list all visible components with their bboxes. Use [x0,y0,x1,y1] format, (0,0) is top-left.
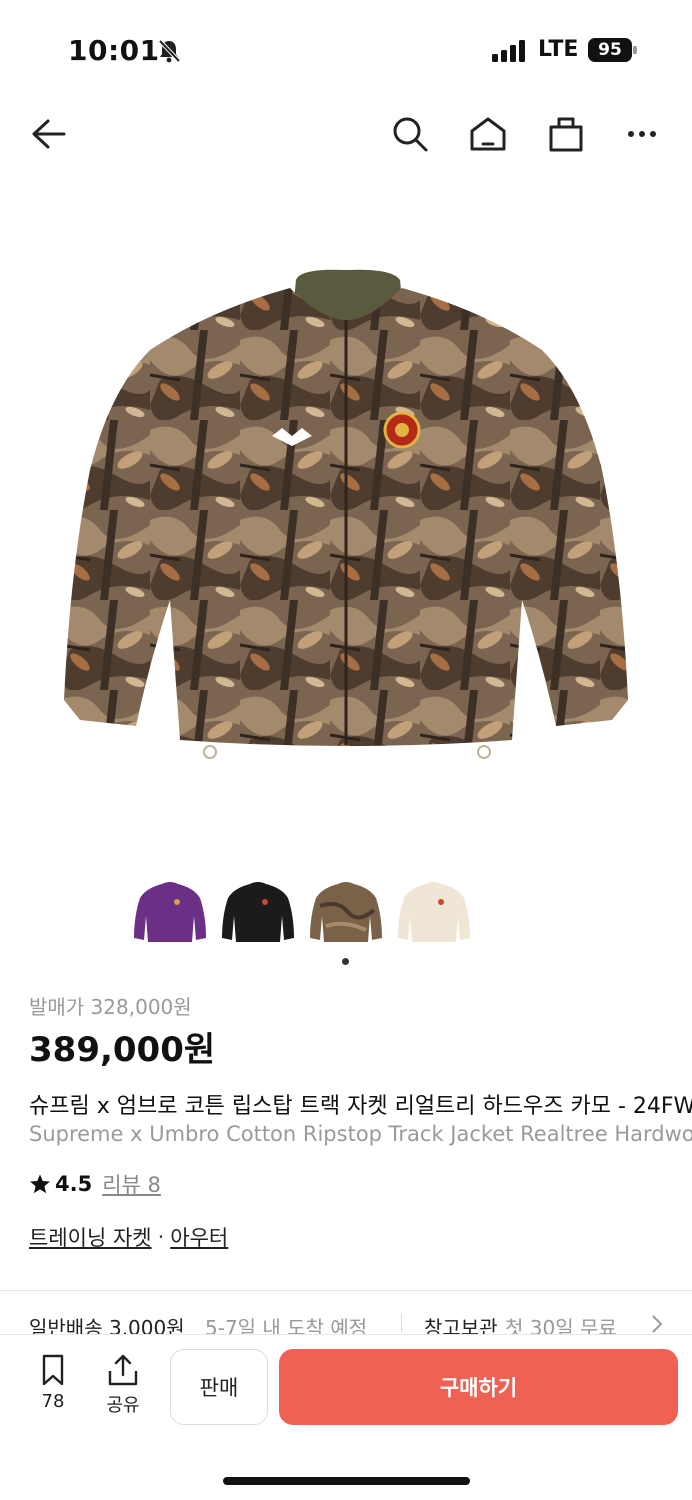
battery-icon: 95 [588,38,632,62]
home-indicator [223,1477,470,1485]
storage-offer: 첫 30일 무료 [505,1316,617,1336]
category-separator: · [157,1225,165,1249]
network-type: LTE [538,37,579,62]
share-button[interactable]: 공유 [98,1353,148,1417]
thumbnail-cream[interactable] [396,876,472,948]
share-icon [108,1354,138,1386]
storage-label: 창고보관 [424,1316,498,1336]
shopping-bag-icon[interactable] [546,114,586,154]
release-price: 발매가 328,000원 [29,995,192,1019]
section-divider [0,1290,692,1291]
shipping-fee: 일반배송 3,000원 [29,1316,185,1336]
shipping-eta: 5-7일 내 도착 예정 [205,1316,368,1336]
rating-value: 4.5 [55,1172,93,1196]
shipping-divider [401,1314,402,1332]
thumbnail-camo[interactable] [308,876,384,948]
product-title-english: Supreme x Umbro Cotton Ripstop Track Jac… [29,1122,692,1146]
reviews-link[interactable]: 리뷰 8 [102,1169,161,1199]
color-thumbnails [130,876,480,948]
current-price: 389,000원 [29,1030,216,1070]
thumbnail-purple[interactable] [132,876,208,948]
buy-button[interactable]: 구매하기 [279,1349,678,1425]
share-label: 공유 [106,1395,140,1416]
product-image[interactable] [60,240,632,780]
bookmark-icon [42,1354,64,1386]
back-arrow-icon[interactable] [28,114,68,154]
product-title-korean: 슈프림 x 엄브로 코튼 립스탑 트랙 자켓 리얼트리 하드우즈 카모 - 24… [29,1094,692,1119]
wishlist-button[interactable]: 78 [28,1353,78,1412]
battery-tip [633,46,637,54]
category-link-training-jacket[interactable]: 트레이닝 자켓 [29,1222,152,1252]
top-nav [0,100,692,170]
status-bar: 10:01 LTE 95 [0,0,692,100]
category-breadcrumb: 트레이닝 자켓 · 아우터 [29,1222,228,1252]
search-icon[interactable] [390,114,430,154]
signal-icon [492,40,525,62]
status-time: 10:01 [68,34,160,67]
sell-button[interactable]: 판매 [170,1349,268,1425]
star-icon [30,1174,50,1194]
home-icon[interactable] [468,114,508,154]
bottom-action-bar: 78 공유 판매 구매하기 [0,1334,692,1500]
wishlist-count: 78 [41,1391,65,1412]
shipping-info[interactable]: 일반배송 3,000원 5-7일 내 도착 예정 창고보관 첫 30일 무료 [29,1312,692,1336]
mute-bell-icon [158,39,181,63]
carousel-indicator [342,958,349,965]
category-link-outer[interactable]: 아우터 [170,1222,228,1252]
chevron-right-icon [652,1315,663,1333]
rating-row: 4.5 리뷰 8 [29,1168,161,1200]
more-options-icon[interactable] [622,114,662,154]
thumbnail-black[interactable] [220,876,296,948]
